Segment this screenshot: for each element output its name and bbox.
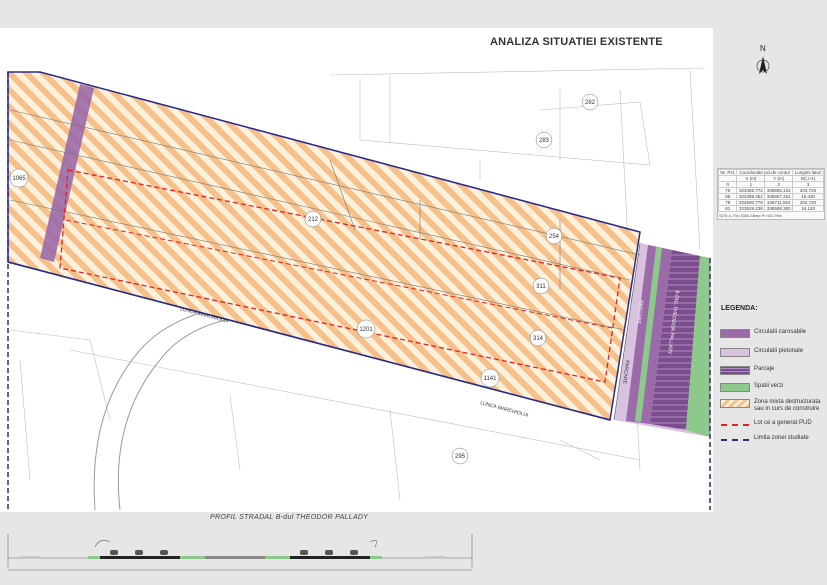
cell: 323500.776: [736, 199, 766, 206]
legend-label: Circulatii carosabile: [754, 329, 807, 335]
legend-swatch: [720, 348, 750, 357]
cell: 338656.134: [764, 187, 794, 194]
legend-swatch: [720, 366, 750, 375]
legend-swatch: [720, 435, 750, 444]
coordinates-table: Nr. Pct. Coordonate pct.de contur Lungim…: [717, 168, 825, 220]
legend-item: Limita zonei studiate: [720, 435, 822, 444]
parcel-1141: 1141: [484, 376, 498, 382]
legend-item: Spatii verzi: [720, 383, 822, 392]
parcel-314: 314: [533, 336, 544, 342]
north-label: N: [760, 44, 766, 53]
legend-item: Zona mixta destructurata sau in curs de …: [720, 399, 822, 413]
profile-title: PROFIL STRADAL B-dul THEODOR PALLADY: [210, 514, 369, 521]
legend-label: Lot ce a generat PUD: [754, 420, 812, 426]
legend-label: Zona mixta destructurata sau in curs de …: [754, 399, 821, 412]
map-sheet: 212 254 311 314 1201 1141 282 283 1065 2…: [0, 0, 827, 585]
cell: 338657.261: [764, 193, 794, 200]
cell: 338588.300: [764, 205, 794, 212]
cell: 16.120: [792, 205, 824, 212]
parcel-1065: 1065: [12, 176, 26, 182]
map-title: ANALIZA SITUATIEI EXISTENTE: [490, 36, 663, 48]
top-border: [0, 0, 827, 28]
legend-item: Circulatii carosabile: [720, 329, 822, 338]
parcel-254: 254: [549, 234, 560, 240]
cell: 81: [717, 205, 738, 212]
cell: 323489.452: [736, 193, 766, 200]
parcel-283: 283: [539, 138, 550, 144]
legend-label: Circulatii pietonale: [754, 348, 804, 354]
curved-road: [117, 314, 261, 511]
coord-header-nr: Nr. Pct.: [717, 169, 738, 176]
legend-swatch: [720, 329, 750, 338]
legend-swatch: [720, 420, 750, 429]
mixed-zone-hatched: [7, 71, 641, 421]
table-row: 81 323529.238 338588.300 16.120: [717, 205, 824, 212]
street-lunca-2: LUNCA MARCHIOLUI: [479, 400, 528, 419]
legend-label: Parcaje: [754, 366, 775, 372]
coord-header-coords: Coordonate pct.de contur: [736, 169, 794, 176]
site-plan: 212 254 311 314 1201 1141 282 283 1065 2…: [7, 67, 711, 511]
cell: 323529.238: [736, 205, 766, 212]
street-profile-drawing: [7, 534, 473, 571]
cell: 323455.772: [736, 187, 766, 194]
parcel-1201: 1201: [359, 327, 373, 333]
coord-footer: S(76-4-79)=3306.58mp P=441.99m: [719, 213, 783, 218]
legend-item: Parcaje: [720, 366, 822, 375]
legend-title: LEGENDA:: [721, 305, 758, 312]
cell: 338711.064: [764, 199, 794, 206]
parcel-311: 311: [536, 284, 546, 290]
legend-label: Spatii verzi: [754, 383, 784, 389]
coord-header-len: Lungimi laturi: [792, 169, 824, 176]
legend-swatch: [720, 399, 750, 408]
parcel-282: 282: [585, 100, 596, 106]
parcel-295: 295: [455, 454, 466, 460]
legend-swatch: [720, 383, 750, 392]
parcel-212: 212: [308, 217, 319, 223]
legend-item: Lot ce a generat PUD: [720, 420, 822, 429]
legend-item: Circulatii pietonale: [720, 348, 822, 357]
legend-label: Limita zonei studiate: [754, 435, 809, 441]
